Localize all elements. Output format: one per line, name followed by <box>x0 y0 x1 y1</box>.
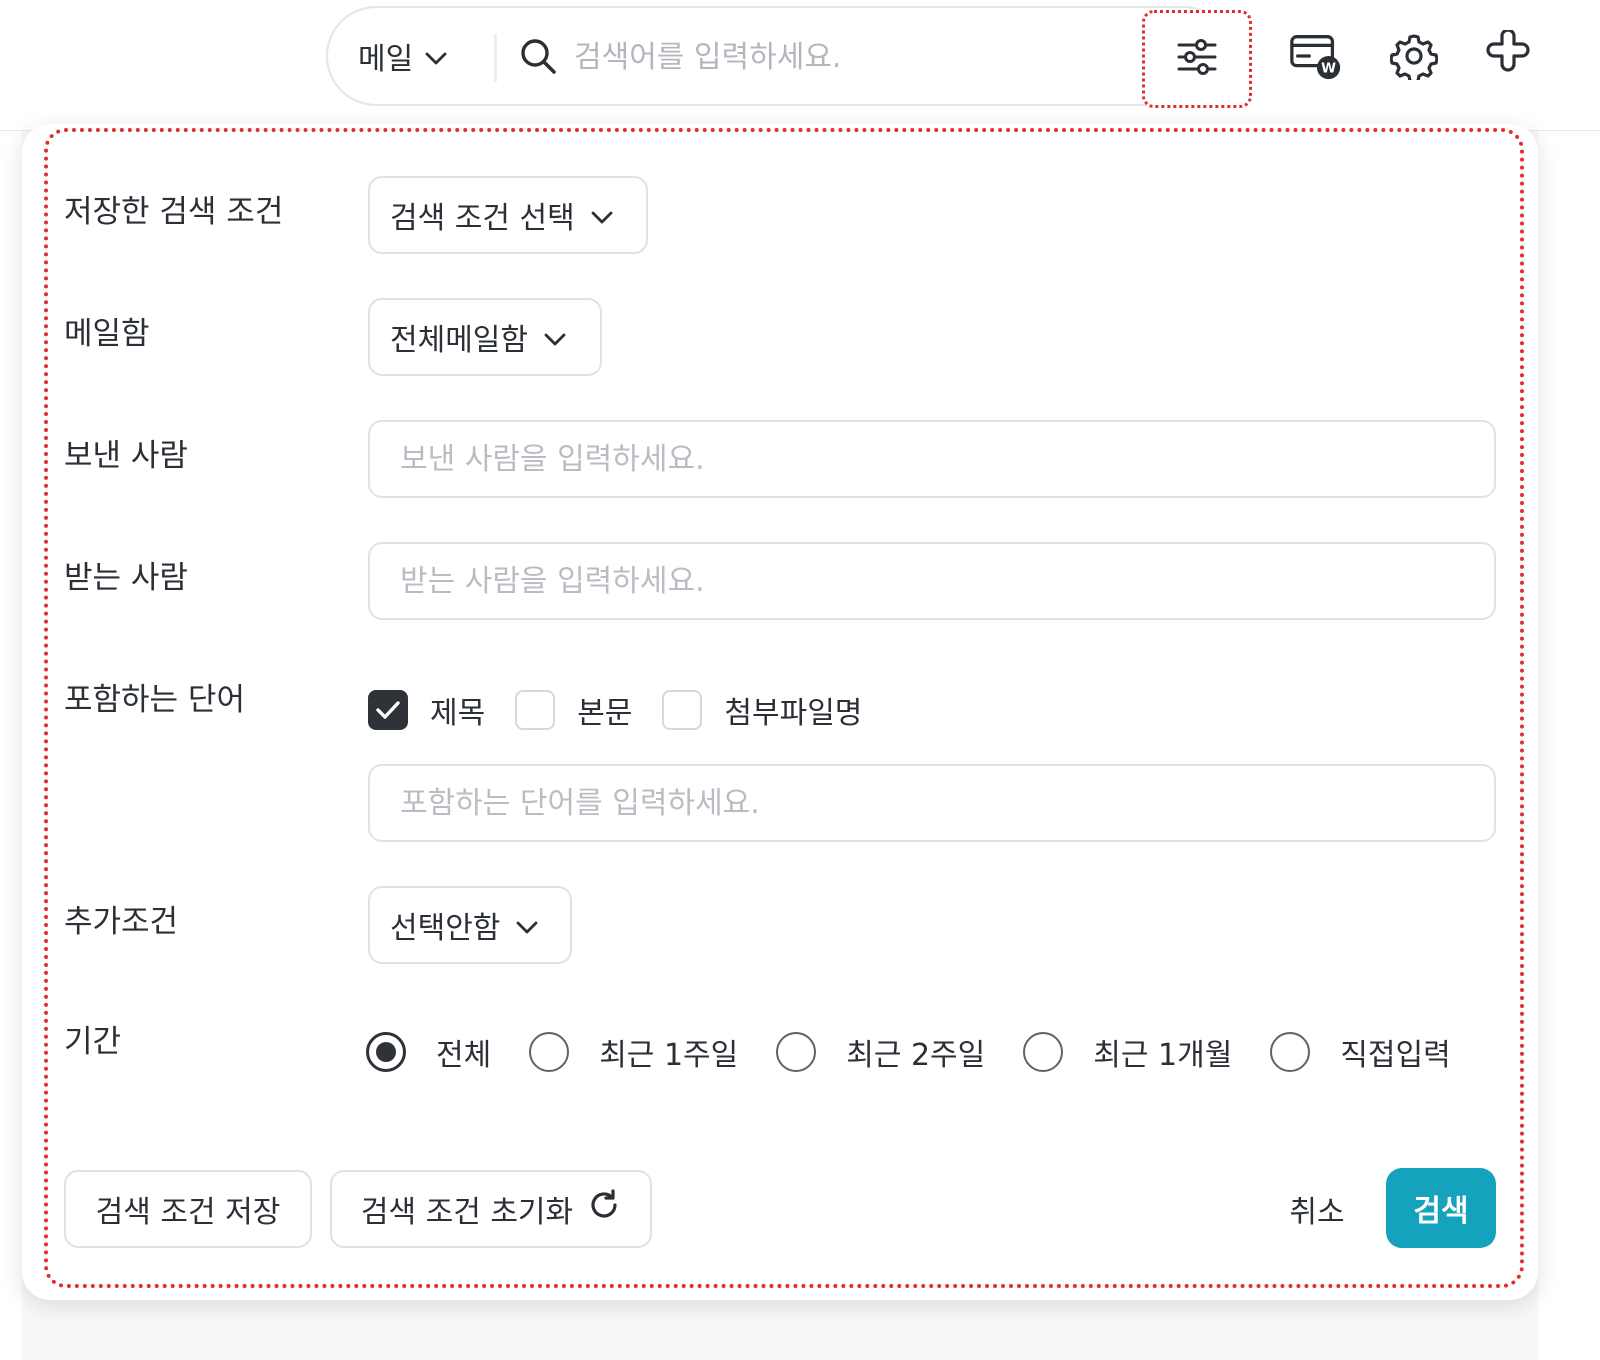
keywords-input[interactable] <box>368 764 1496 842</box>
search-scope-dropdown[interactable]: 메일 <box>358 8 447 104</box>
extra-conditions-label: 추가조건 <box>64 904 179 940</box>
puzzle-icon[interactable] <box>1480 28 1536 84</box>
radio-period-1month[interactable]: 최근 1개월 <box>1023 1030 1232 1074</box>
sliders-icon <box>1175 35 1219 83</box>
extra-conditions-select[interactable]: 선택안함 <box>368 886 572 964</box>
mailbox-label: 메일함 <box>64 316 150 352</box>
sender-label: 보낸 사람 <box>64 438 188 474</box>
extra-conditions-value: 선택안함 <box>390 911 501 946</box>
background-page-right <box>1538 130 1600 1360</box>
period-options: 전체 최근 1주일 최근 2주일 최근 1개월 직접입력 <box>366 1030 1451 1074</box>
background-page-left <box>0 130 22 1360</box>
checkbox-body[interactable]: 본문 <box>515 688 632 732</box>
sender-input[interactable] <box>368 420 1496 498</box>
card-w-icon[interactable]: W <box>1288 28 1344 84</box>
saved-conditions-value: 검색 조건 선택 <box>390 201 575 236</box>
saved-conditions-label: 저장한 검색 조건 <box>64 194 284 230</box>
reset-conditions-label: 검색 조건 초기화 <box>360 1195 574 1230</box>
period-label: 기간 <box>64 1024 122 1060</box>
radio-button[interactable] <box>1270 1032 1311 1072</box>
recipient-input[interactable] <box>368 542 1496 620</box>
search-button-label: 검색 <box>1413 1194 1469 1229</box>
checkbox-box[interactable] <box>515 690 556 730</box>
radio-label: 직접입력 <box>1340 1038 1451 1073</box>
radio-label: 최근 1개월 <box>1093 1038 1233 1073</box>
checkbox-box[interactable] <box>368 690 408 730</box>
mailbox-select[interactable]: 전체메일함 <box>368 298 602 376</box>
radio-button[interactable] <box>529 1032 570 1072</box>
radio-button[interactable] <box>366 1032 406 1072</box>
radio-period-1week[interactable]: 최근 1주일 <box>529 1030 738 1074</box>
radio-label: 최근 2주일 <box>846 1038 986 1073</box>
search-divider <box>494 34 497 82</box>
chevron-down-icon <box>544 320 566 355</box>
search-button[interactable]: 검색 <box>1386 1168 1496 1248</box>
radio-period-all[interactable]: 전체 <box>366 1030 491 1074</box>
checkbox-label: 본문 <box>577 696 633 731</box>
chevron-down-icon <box>591 198 613 233</box>
checkbox-label: 첨부파일명 <box>724 696 863 731</box>
radio-button[interactable] <box>776 1032 817 1072</box>
radio-label: 전체 <box>436 1038 492 1073</box>
recipient-label: 받는 사람 <box>64 560 188 596</box>
save-conditions-label: 검색 조건 저장 <box>95 1195 281 1230</box>
keywords-label: 포함하는 단어 <box>64 682 245 718</box>
checkbox-box[interactable] <box>662 690 703 730</box>
search-icon <box>518 36 558 80</box>
radio-period-2weeks[interactable]: 최근 2주일 <box>776 1030 985 1074</box>
saved-conditions-select[interactable]: 검색 조건 선택 <box>368 176 648 254</box>
check-icon <box>376 701 400 719</box>
search-input[interactable] <box>572 28 1136 86</box>
gear-icon[interactable] <box>1386 28 1442 84</box>
refresh-icon <box>587 1188 621 1230</box>
radio-label: 최근 1주일 <box>599 1038 739 1073</box>
keyword-scope-options: 제목 본문 첨부파일명 <box>368 688 892 732</box>
top-bar: 메일 W <box>0 0 1600 131</box>
save-conditions-button[interactable]: 검색 조건 저장 <box>64 1170 312 1248</box>
search-bar: 메일 <box>326 6 1234 106</box>
reset-conditions-button[interactable]: 검색 조건 초기화 <box>330 1170 652 1248</box>
search-scope-label: 메일 <box>358 42 414 77</box>
chevron-down-icon <box>516 908 538 943</box>
svg-text:W: W <box>1321 60 1336 76</box>
chevron-down-icon <box>425 39 447 74</box>
radio-button[interactable] <box>1023 1032 1064 1072</box>
search-filter-button[interactable] <box>1142 10 1252 108</box>
checkbox-label: 제목 <box>430 696 486 731</box>
cancel-button[interactable]: 취소 <box>1280 1170 1354 1248</box>
radio-period-custom[interactable]: 직접입력 <box>1270 1030 1451 1074</box>
cancel-label: 취소 <box>1289 1195 1345 1230</box>
checkbox-attachment-name[interactable]: 첨부파일명 <box>662 688 862 732</box>
checkbox-title[interactable]: 제목 <box>368 688 485 732</box>
mailbox-value: 전체메일함 <box>390 323 528 358</box>
